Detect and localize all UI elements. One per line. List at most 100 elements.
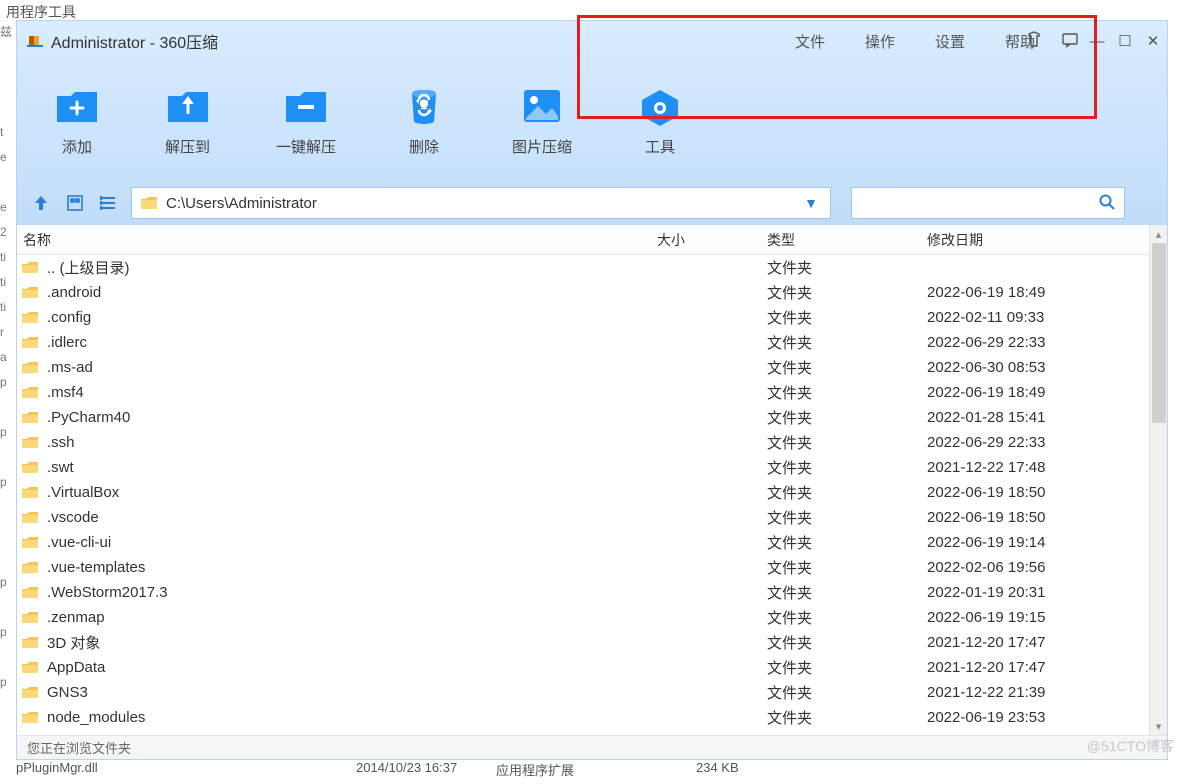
folder-icon xyxy=(21,435,39,450)
table-row[interactable]: .idlerc文件夹2022-06-29 22:33 xyxy=(17,330,1149,355)
table-row[interactable]: .ms-ad文件夹2022-06-30 08:53 xyxy=(17,355,1149,380)
scroll-thumb[interactable] xyxy=(1152,243,1166,423)
table-row[interactable]: .WebStorm2017.3 文件夹2022-01-19 20:31 xyxy=(17,580,1149,605)
toolbar-delete[interactable]: 删除 xyxy=(402,86,446,157)
table-row[interactable]: .config文件夹2022-02-11 09:33 xyxy=(17,305,1149,330)
folder-icon xyxy=(21,310,39,325)
file-date: 2022-02-11 09:33 xyxy=(927,309,1149,326)
main-menu: 文件 操作 设置 帮助 xyxy=(795,21,1035,61)
folder-icon xyxy=(21,560,39,575)
file-name: .ms-ad xyxy=(47,359,93,376)
table-row[interactable]: .vscode 文件夹2022-06-19 18:50 xyxy=(17,505,1149,530)
file-type: 文件夹 xyxy=(767,457,927,478)
toolbar-image-compress[interactable]: 图片压缩 xyxy=(512,86,572,157)
menu-file[interactable]: 文件 xyxy=(795,31,825,52)
vertical-scrollbar[interactable]: ▴ ▾ xyxy=(1149,225,1167,735)
menu-operate[interactable]: 操作 xyxy=(865,31,895,52)
path-dropdown-icon[interactable]: ▼ xyxy=(800,195,822,211)
file-type: 文件夹 xyxy=(767,532,927,553)
search-box[interactable] xyxy=(851,187,1125,219)
toolbar-delete-label: 删除 xyxy=(409,136,439,157)
tools-icon xyxy=(638,86,682,126)
file-type: 文件夹 xyxy=(767,507,927,528)
file-name: .android xyxy=(47,284,101,301)
file-date: 2021-12-22 17:48 xyxy=(927,459,1149,476)
window-title: Administrator - 360压缩 xyxy=(51,29,218,53)
file-date: 2022-06-19 19:15 xyxy=(927,609,1149,626)
file-date: 2022-06-29 22:33 xyxy=(927,434,1149,451)
toolbar-extract-to[interactable]: 解压到 xyxy=(165,86,210,157)
table-row[interactable]: node_modules 文件夹2022-06-19 23:53 xyxy=(17,705,1149,730)
folder-icon xyxy=(21,660,39,675)
table-row[interactable]: .ssh文件夹2022-06-29 22:33 xyxy=(17,430,1149,455)
file-date: 2022-06-19 18:50 xyxy=(927,509,1149,526)
table-row[interactable]: .VirtualBox文件夹2022-06-19 18:50 xyxy=(17,480,1149,505)
table-row[interactable]: .vue-cli-ui文件夹2022-06-19 19:14 xyxy=(17,530,1149,555)
folder-icon xyxy=(21,410,39,425)
file-name: .vue-cli-ui xyxy=(47,534,111,551)
table-row[interactable]: .. (上级目录)文件夹 xyxy=(17,255,1149,280)
watermark: @51CTO博客 xyxy=(1087,736,1174,756)
table-row[interactable]: GNS3文件夹2021-12-22 21:39 xyxy=(17,680,1149,705)
scroll-down-icon[interactable]: ▾ xyxy=(1150,717,1167,735)
theme-icon[interactable] xyxy=(1025,31,1043,52)
close-button[interactable]: ✕ xyxy=(1145,32,1161,50)
table-row[interactable]: .PyCharm40文件夹2022-01-28 15:41 xyxy=(17,405,1149,430)
file-name: GNS3 xyxy=(47,684,88,701)
table-row[interactable]: .zenmap文件夹2022-06-19 19:15 xyxy=(17,605,1149,630)
toolbar-add[interactable]: 添加 xyxy=(55,86,99,157)
file-name: .vscode xyxy=(47,509,99,526)
file-date: 2022-06-19 18:50 xyxy=(927,484,1149,501)
file-name: .WebStorm2017.3 xyxy=(47,584,168,601)
file-type: 文件夹 xyxy=(767,482,927,503)
col-size[interactable]: 大小 xyxy=(657,230,767,250)
toolbar: 添加 解压到 一键解压 删除 图片压缩 xyxy=(17,61,1167,181)
table-row[interactable]: .android文件夹2022-06-19 18:49 xyxy=(17,280,1149,305)
col-type[interactable]: 类型 xyxy=(767,230,927,250)
toolbar-one-click-extract[interactable]: 一键解压 xyxy=(276,86,336,157)
view-list-icon[interactable] xyxy=(97,191,121,215)
file-type: 文件夹 xyxy=(767,707,927,728)
menu-settings[interactable]: 设置 xyxy=(935,31,965,52)
col-date[interactable]: 修改日期 xyxy=(927,230,1131,250)
col-name[interactable]: 名称 xyxy=(17,230,657,250)
path-input[interactable]: C:\Users\Administrator xyxy=(166,195,800,212)
file-type: 文件夹 xyxy=(767,632,927,653)
file-name: 3D 对象 xyxy=(47,632,100,653)
table-row[interactable]: .vue-templates文件夹2022-02-06 19:56 xyxy=(17,555,1149,580)
toolbar-image-compress-label: 图片压缩 xyxy=(512,136,572,157)
file-area: 名称 大小 类型 修改日期 .. (上级目录)文件夹.android文件夹202… xyxy=(17,225,1167,735)
minimize-button[interactable]: — xyxy=(1089,33,1105,50)
table-row[interactable]: .swt文件夹2021-12-22 17:48 xyxy=(17,455,1149,480)
file-date: 2021-12-20 17:47 xyxy=(927,634,1149,651)
table-row[interactable]: AppData文件夹2021-12-20 17:47 xyxy=(17,655,1149,680)
toolbar-tools-label: 工具 xyxy=(645,136,675,157)
file-name: .msf4 xyxy=(47,384,84,401)
folder-icon xyxy=(21,335,39,350)
search-icon[interactable] xyxy=(1098,193,1116,214)
folder-icon xyxy=(21,685,39,700)
file-date: 2022-01-19 20:31 xyxy=(927,584,1149,601)
search-input[interactable] xyxy=(860,195,1098,211)
folder-icon xyxy=(140,195,158,211)
file-name: node_modules xyxy=(47,709,145,726)
file-type: 文件夹 xyxy=(767,582,927,603)
toolbar-extract-to-label: 解压到 xyxy=(165,136,210,157)
folder-icon xyxy=(21,635,39,650)
scroll-up-icon[interactable]: ▴ xyxy=(1150,225,1167,243)
nav-up-icon[interactable] xyxy=(29,191,53,215)
table-row[interactable]: 3D 对象 文件夹2021-12-20 17:47 xyxy=(17,630,1149,655)
path-box[interactable]: C:\Users\Administrator ▼ xyxy=(131,187,831,219)
table-row[interactable]: .msf4文件夹2022-06-19 18:49 xyxy=(17,380,1149,405)
feedback-icon[interactable] xyxy=(1061,31,1079,52)
folder-icon xyxy=(21,485,39,500)
toolbar-tools[interactable]: 工具 xyxy=(638,86,682,157)
view-icons-icon[interactable] xyxy=(63,191,87,215)
maximize-button[interactable]: ☐ xyxy=(1117,32,1133,50)
file-date: 2021-12-20 17:47 xyxy=(927,659,1149,676)
file-date: 2022-06-19 23:53 xyxy=(927,709,1149,726)
image-compress-icon xyxy=(520,86,564,126)
statusbar: 您正在浏览文件夹 xyxy=(17,735,1167,759)
folder-icon xyxy=(21,385,39,400)
bg-bottom-row: pPluginMgr.dll 2014/10/23 16:37 应用程序扩展 2… xyxy=(16,760,946,784)
